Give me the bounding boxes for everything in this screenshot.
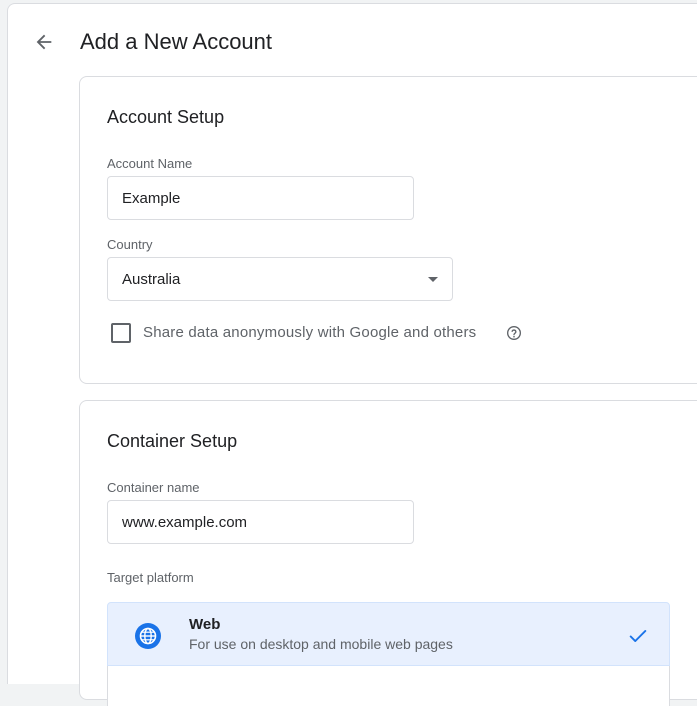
account-setup-title: Account Setup xyxy=(107,107,225,127)
main-panel: Add a New Account Account Setup Account … xyxy=(7,3,697,706)
back-button[interactable] xyxy=(28,26,60,58)
country-select-value: Australia xyxy=(122,271,181,288)
country-label: Country xyxy=(107,237,153,252)
platform-option-web[interactable]: Web For use on desktop and mobile web pa… xyxy=(107,602,670,666)
container-setup-card: Container Setup Container name Target pl… xyxy=(79,400,697,706)
share-data-label[interactable]: Share data anonymously with Google and o… xyxy=(143,324,476,341)
arrow-back-icon xyxy=(36,34,52,50)
platform-description: For use on desktop and mobile web pages xyxy=(189,636,453,652)
account-setup-card: Account Setup Account Name Country Austr… xyxy=(79,76,697,384)
country-select[interactable]: Australia xyxy=(107,257,453,301)
platform-option-next[interactable] xyxy=(107,666,670,706)
account-name-label: Account Name xyxy=(107,156,193,171)
share-data-checkbox[interactable] xyxy=(111,323,131,343)
globe-icon xyxy=(135,623,161,649)
target-platform-label: Target platform xyxy=(107,570,194,585)
dropdown-caret-icon xyxy=(428,277,438,282)
container-name-input[interactable] xyxy=(107,500,414,544)
help-circle-icon[interactable] xyxy=(506,325,522,341)
container-name-label: Container name xyxy=(107,480,200,495)
platform-name: Web xyxy=(189,616,221,633)
account-name-input[interactable] xyxy=(107,176,414,220)
page-title: Add a New Account xyxy=(80,29,273,54)
container-setup-title: Container Setup xyxy=(107,431,238,451)
check-icon xyxy=(629,630,647,642)
